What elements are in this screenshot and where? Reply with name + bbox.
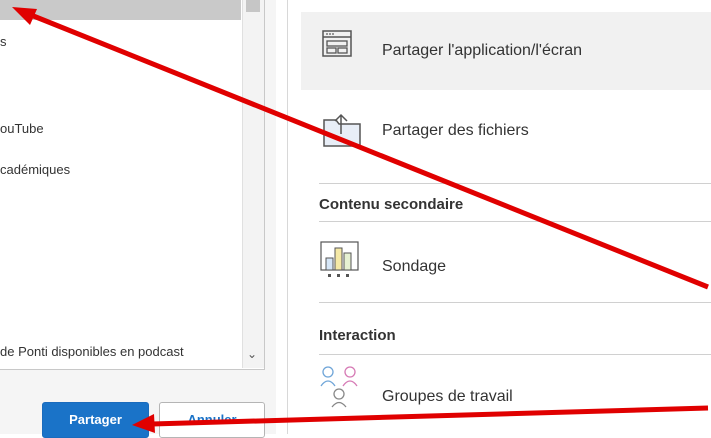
bar-chart-icon [320, 241, 359, 277]
poll-option[interactable]: Sondage [301, 236, 711, 292]
breakout-groups-option[interactable]: Groupes de travail [301, 362, 711, 422]
share-app-screen-option[interactable]: Partager l'application/l'écran [301, 12, 711, 90]
breakout-groups-label: Groupes de travail [382, 388, 513, 405]
divider [319, 302, 711, 303]
cancel-button[interactable]: Annuler [159, 402, 265, 438]
section-heading-secondary-content: Contenu secondaire [319, 196, 464, 213]
divider [319, 183, 711, 184]
window-icon [322, 30, 352, 57]
content-list[interactable]: s ouTube cadémiques de Ponti disponibles… [0, 0, 265, 370]
section-heading-interaction: Interaction [319, 327, 396, 344]
share-files-label: Partager des fichiers [382, 122, 529, 139]
divider [319, 221, 711, 222]
list-scrollbar[interactable] [242, 0, 264, 368]
list-item-selected[interactable] [0, 0, 241, 20]
share-content-dialog-left: s ouTube cadémiques de Ponti disponibles… [0, 0, 276, 438]
list-item[interactable]: ouTube [0, 121, 44, 137]
list-item[interactable]: s [0, 34, 7, 50]
divider [319, 354, 711, 355]
people-group-icon [320, 366, 358, 408]
poll-label: Sondage [382, 258, 447, 275]
scroll-thumb[interactable] [246, 0, 260, 12]
share-button[interactable]: Partager [42, 402, 149, 438]
chevron-down-icon[interactable]: ⌄ [247, 347, 257, 361]
share-files-option[interactable]: Partager des fichiers [301, 100, 711, 162]
pane-divider [287, 0, 288, 434]
list-item[interactable]: cadémiques [0, 162, 70, 178]
folder-upload-icon [323, 113, 361, 147]
list-item[interactable]: de Ponti disponibles en podcast [0, 344, 184, 360]
share-app-screen-label: Partager l'application/l'écran [382, 42, 582, 59]
